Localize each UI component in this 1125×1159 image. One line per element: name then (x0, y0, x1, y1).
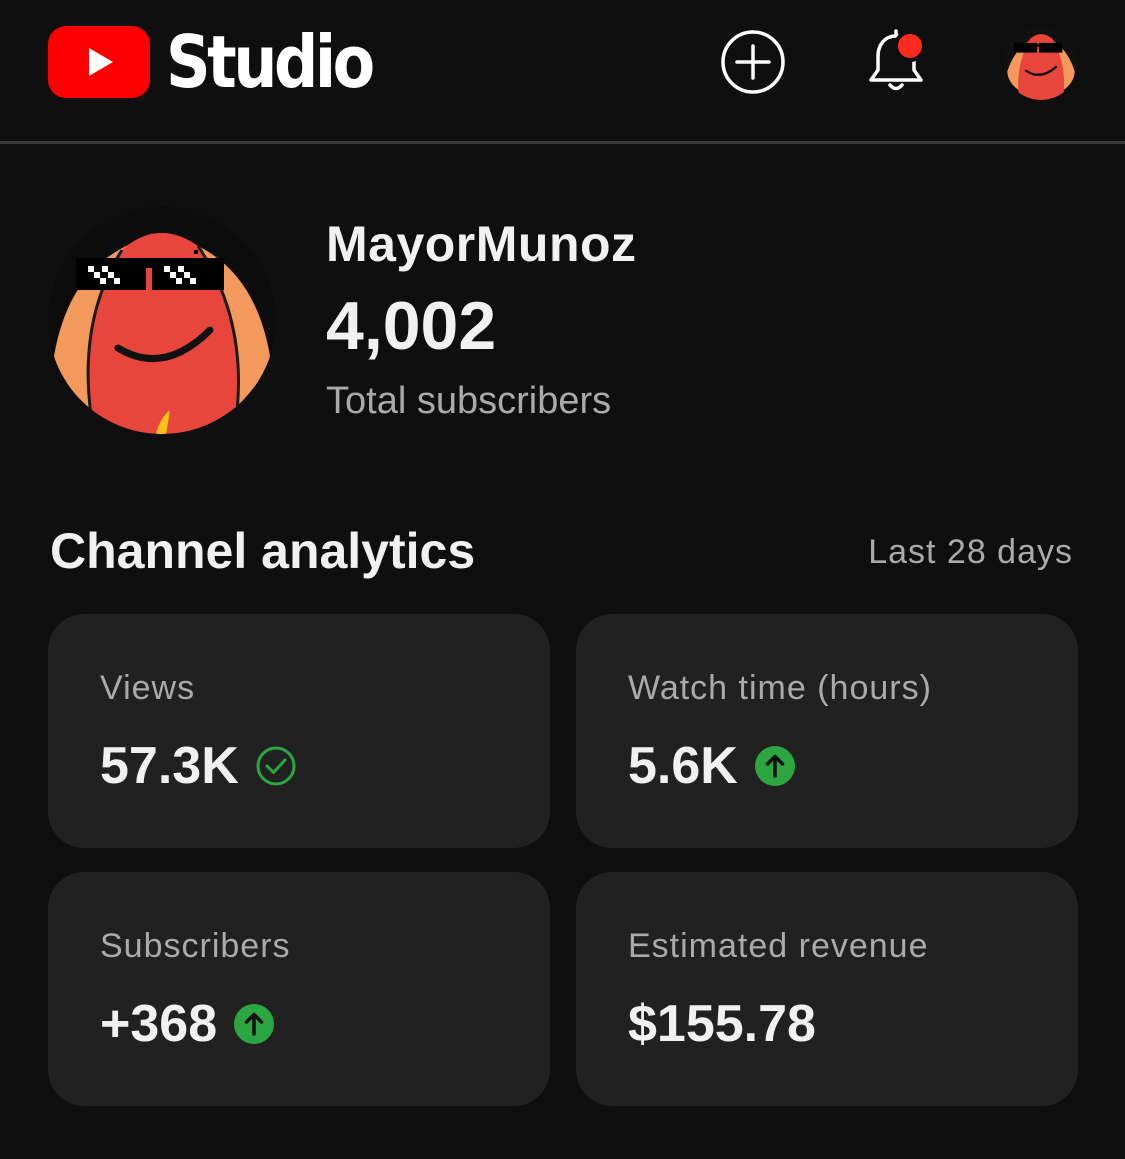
avatar (1004, 26, 1078, 100)
revenue-card[interactable]: Estimated revenue $155.78 (576, 872, 1078, 1106)
section-title: Channel analytics (50, 523, 476, 579)
card-value-row: 57.3K (100, 736, 550, 796)
card-label: Estimated revenue (628, 927, 929, 965)
card-value: $155.78 (628, 995, 816, 1053)
top-app-bar: Studio (0, 0, 1125, 144)
total-subscriber-count: 4,002 (326, 288, 497, 364)
channel-avatar[interactable] (48, 206, 276, 434)
logo-text: Studio (166, 20, 375, 104)
youtube-play-icon (48, 26, 150, 98)
channel-name: MayorMunoz (326, 216, 637, 272)
card-value-row: 5.6K (628, 736, 1078, 796)
account-avatar[interactable] (1004, 26, 1078, 100)
total-subscriber-label: Total subscribers (326, 380, 612, 422)
arrow-up-circle-icon (754, 746, 795, 786)
create-button[interactable] (719, 28, 787, 96)
card-value-row: $155.78 (628, 994, 1078, 1054)
channel-avatar-image (48, 206, 276, 434)
card-value-row: +368 (100, 994, 550, 1054)
studio-dashboard: Studio MayorMunoz 4,002 Total subscriber… (0, 0, 1125, 1159)
card-label: Subscribers (100, 927, 291, 965)
notifications-button[interactable] (862, 28, 930, 96)
date-range: Last 28 days (868, 533, 1073, 571)
card-value: 57.3K (100, 737, 239, 795)
watch-time-card[interactable]: Watch time (hours) 5.6K (576, 614, 1078, 848)
arrow-up-circle-icon (234, 1004, 275, 1044)
notification-badge (894, 30, 926, 62)
card-value: 5.6K (628, 737, 738, 795)
card-label: Watch time (hours) (628, 669, 932, 707)
card-label: Views (100, 669, 196, 707)
subscribers-card[interactable]: Subscribers +368 (48, 872, 550, 1106)
studio-logo[interactable]: Studio (48, 26, 405, 98)
views-card[interactable]: Views 57.3K (48, 614, 550, 848)
card-value: +368 (100, 995, 218, 1053)
check-circle-icon (256, 746, 296, 786)
plus-circle-icon (721, 30, 785, 94)
channel-info: MayorMunoz 4,002 Total subscribers (326, 212, 637, 426)
